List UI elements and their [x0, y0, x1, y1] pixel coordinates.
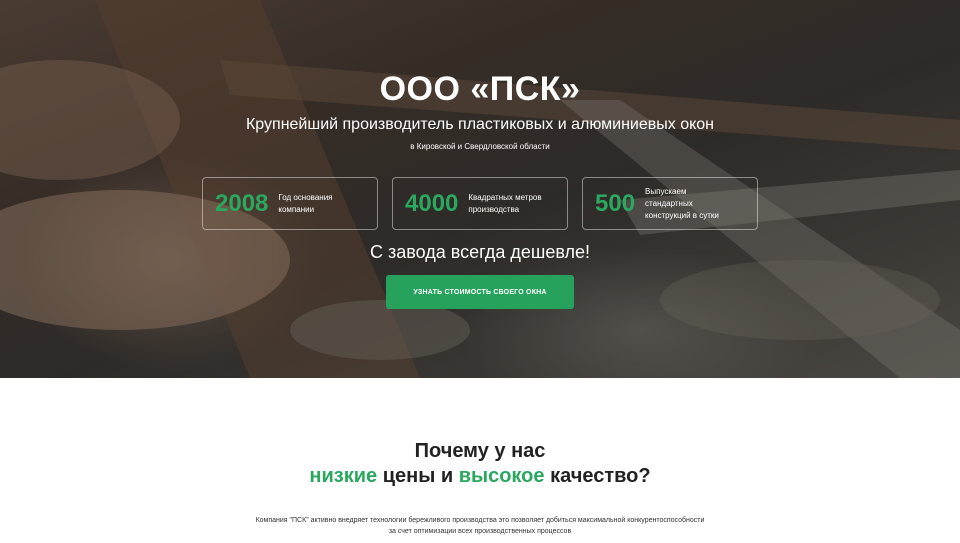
why-heading-line2: низкие цены и высокое качество? [0, 465, 960, 488]
stat-description: Квадратных метров производства [468, 192, 542, 214]
why-heading-line1: Почему у нас [414, 440, 546, 462]
stat-card-founded: 2008 Год основания компании [202, 177, 378, 230]
stat-card-area: 4000 Квадратных метров производства [392, 177, 568, 230]
stat-description: Выпускаем стандартных конструкций в сутк… [645, 186, 719, 220]
why-end-text: качество? [544, 465, 651, 487]
stat-number: 4000 [405, 189, 459, 217]
stat-description: Год основания компании [278, 192, 333, 214]
hero-section: ООО «ПСК» Крупнейший производитель пласт… [0, 0, 960, 378]
stat-card-output: 500 Выпускаем стандартных конструкций в … [582, 177, 758, 230]
company-subtitle: Крупнейший производитель пластиковых и а… [245, 116, 715, 133]
why-low-word: низкие [309, 465, 378, 487]
why-description: Компания "ПСК" активно внедряет технолог… [255, 517, 705, 535]
get-price-button[interactable]: УЗНАТЬ СТОИМОСТЬ СВОЕГО ОКНА [386, 275, 574, 309]
why-high-word: высокое [458, 465, 545, 487]
stat-number: 2008 [215, 189, 269, 217]
why-mid-text: цены и [377, 465, 459, 487]
slogan: С завода всегда дешевле! [369, 242, 591, 262]
company-title: ООО «ПСК» [379, 70, 581, 108]
stat-number: 500 [595, 189, 636, 217]
company-region: в Кировской и Свердловской области [410, 142, 550, 151]
